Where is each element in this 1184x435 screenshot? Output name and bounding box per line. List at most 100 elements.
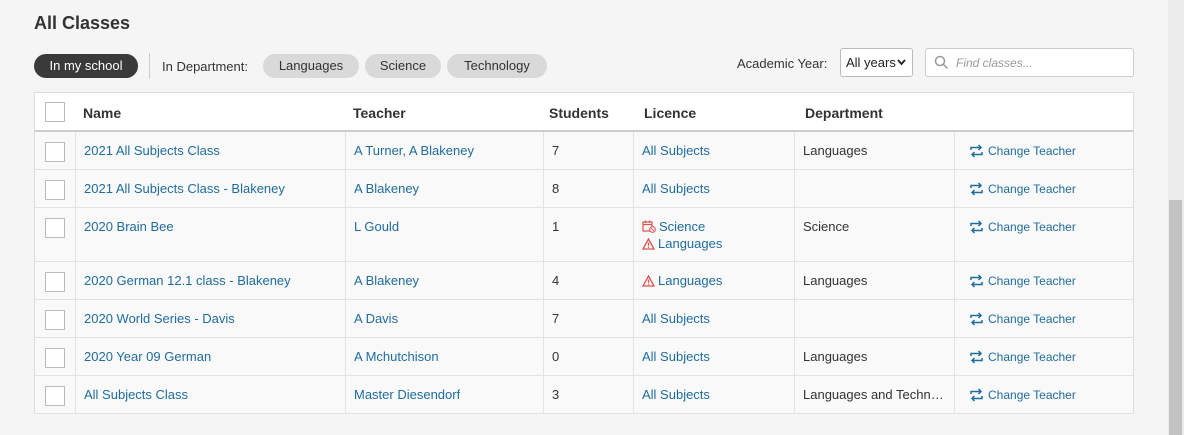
licence-link[interactable]: All Subjects [642,387,710,402]
select-all-checkbox[interactable] [45,102,65,122]
licence-link[interactable]: Languages [641,273,723,288]
class-name-link[interactable]: 2020 Year 09 German [84,349,211,364]
teacher-link[interactable]: A Blakeney [354,273,419,288]
table-header: Name Teacher Students Licence Department [35,93,1133,132]
department-filter-label: In Department: [162,59,248,74]
column-header-licence[interactable]: Licence [644,105,696,121]
in-my-school-filter[interactable]: In my school [34,54,138,78]
academic-year-label: Academic Year: [737,56,828,71]
column-header-teacher[interactable]: Teacher [353,105,406,121]
change-teacher-button[interactable]: Change Teacher [969,220,1076,234]
cell-students: 8 [543,170,633,207]
row-checkbox[interactable] [45,218,65,238]
row-checkbox[interactable] [45,348,65,368]
swap-icon [969,182,988,196]
teacher-link[interactable]: A Davis [354,311,398,326]
department-filter-science[interactable]: Science [365,54,441,78]
table-row: All Subjects Class Master Diesendorf 3 All … [35,376,1133,414]
change-teacher-label: Change Teacher [988,350,1076,364]
change-teacher-button[interactable]: Change Teacher [969,144,1076,158]
change-teacher-button[interactable]: Change Teacher [969,350,1076,364]
cell-teacher: A Davis [345,300,543,337]
change-teacher-button[interactable]: Change Teacher [969,182,1076,196]
chevron-down-icon [897,49,906,87]
column-header-department[interactable]: Department [805,105,883,121]
student-count: 3 [552,387,560,402]
cell-check [35,170,75,207]
class-name-link[interactable]: 2021 All Subjects Class - Blakeney [84,181,285,196]
cell-action: Change Teacher [954,132,1133,169]
swap-icon [969,220,988,234]
teacher-link[interactable]: A Blakeney [354,181,419,196]
licence-link[interactable]: All Subjects [642,143,710,158]
warning-icon [641,273,658,288]
licence-link[interactable]: All Subjects [642,311,710,326]
swap-icon [969,388,988,402]
department-value: Languages and Techn… [803,387,944,402]
column-header-students[interactable]: Students [549,105,609,121]
cell-department [794,170,954,207]
column-header-name[interactable]: Name [83,105,121,121]
row-checkbox[interactable] [45,142,65,162]
licence-label: All Subjects [642,181,710,196]
cell-action: Change Teacher [954,262,1133,299]
cell-department: Languages [794,262,954,299]
change-teacher-button[interactable]: Change Teacher [969,312,1076,326]
row-checkbox[interactable] [45,386,65,406]
licence-link[interactable]: Science [642,219,705,234]
change-teacher-button[interactable]: Change Teacher [969,388,1076,402]
change-teacher-button[interactable]: Change Teacher [969,274,1076,288]
department-filter-technology[interactable]: Technology [447,54,547,78]
search-box[interactable] [925,48,1134,77]
academic-year-select[interactable]: All years [840,48,913,77]
cell-students: 3 [543,376,633,413]
row-checkbox[interactable] [45,180,65,200]
teacher-link[interactable]: A Mchutchison [354,349,439,364]
cell-check [35,376,75,413]
cell-teacher: Master Diesendorf [345,376,543,413]
classes-table: Name Teacher Students Licence Department… [34,92,1134,414]
cell-teacher: A Blakeney [345,262,543,299]
department-value: Languages [803,143,868,158]
cell-licence: All Subjects [633,338,794,375]
table-row: 2020 Year 09 German A Mchutchison 0 All Sub… [35,338,1133,376]
swap-icon [969,312,988,326]
teacher-link[interactable]: A Turner, A Blakeney [354,143,474,158]
swap-icon [969,274,988,288]
class-name-link[interactable]: 2020 German 12.1 class - Blakeney [84,273,291,288]
licence-link[interactable]: All Subjects [642,349,710,364]
class-name-link[interactable]: 2020 Brain Bee [84,219,174,234]
swap-icon [969,144,988,158]
table-row: 2020 World Series - Davis A Davis 7 All Sub… [35,300,1133,338]
scrollbar-thumb[interactable] [1169,200,1182,435]
row-checkbox[interactable] [45,272,65,292]
department-value: Languages [803,349,868,364]
change-teacher-label: Change Teacher [988,274,1076,288]
licence-label: Languages [658,236,723,251]
student-count: 0 [552,349,560,364]
class-name-link[interactable]: 2020 World Series - Davis [84,311,235,326]
department-filter-languages[interactable]: Languages [263,54,359,78]
cell-check [35,208,75,261]
cell-check [35,132,75,169]
class-name-link[interactable]: All Subjects Class [84,387,188,402]
student-count: 1 [552,219,560,234]
cell-department: Languages [794,338,954,375]
warning-icon [641,236,658,251]
swap-icon [969,350,988,364]
licence-label: Languages [658,273,723,288]
cell-students: 4 [543,262,633,299]
teacher-link[interactable]: L Gould [354,219,399,234]
cell-licence: All Subjects [633,300,794,337]
cell-name: 2020 World Series - Davis [75,300,345,337]
change-teacher-label: Change Teacher [988,182,1076,196]
row-checkbox[interactable] [45,310,65,330]
cell-teacher: A Blakeney [345,170,543,207]
licence-link[interactable]: Languages [641,236,723,251]
teacher-link[interactable]: Master Diesendorf [354,387,460,402]
licence-link[interactable]: All Subjects [642,181,710,196]
table-row: 2021 All Subjects Class - Blakeney A Blak… [35,170,1133,208]
cell-department: Languages [794,132,954,169]
search-input[interactable] [956,53,1126,73]
class-name-link[interactable]: 2021 All Subjects Class [84,143,220,158]
